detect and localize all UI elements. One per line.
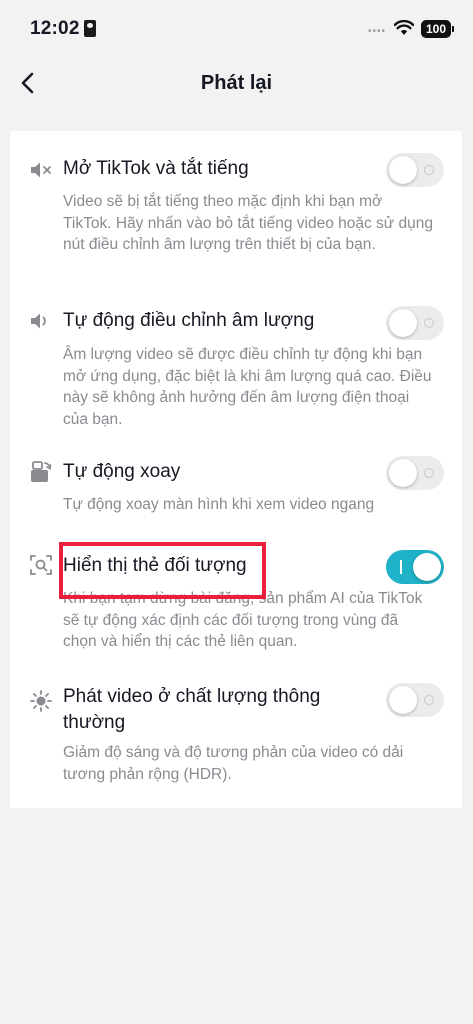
brightness-icon [30,690,52,712]
setting-title: Phát video ở chất lượng thông thường [63,686,321,733]
setting-description: Giảm độ sáng và độ tương phản của video … [63,744,404,783]
object-tags-toggle[interactable] [386,550,444,584]
setting-title: Mở TikTok và tắt tiếng [63,158,249,179]
setting-description: Tự động xoay màn hình khi xem video ngan… [63,496,375,513]
signal-dots: •••• [368,26,387,37]
toggle-knob [389,686,417,714]
toggle-knob [389,459,417,487]
toggle-knob [389,309,417,337]
setting-title: Hiển thị thẻ đối tượng [63,555,247,576]
mute-on-open-toggle[interactable] [386,153,444,187]
setting-mute-on-open: Mở TikTok và tắt tiếng Video sẽ bị tắt t… [10,153,462,278]
wifi-icon [394,20,414,35]
nav-bar: Phát lại [0,58,473,110]
toggle-knob [389,156,417,184]
rotate-screen-icon [31,461,52,482]
status-time: 12:02 [30,18,80,39]
contact-card-icon [84,20,96,37]
speaker-volume-icon [31,313,46,329]
battery-indicator: 100 [421,20,454,38]
setting-auto-rotate: Tự động xoay Tự động xoay màn hình khi x… [10,456,462,521]
setting-description: Âm lượng video sẽ được điều chỉnh tự độn… [63,346,432,428]
setting-object-tags: Hiển thị thẻ đối tượng Khi bạn tạm dừng … [10,550,462,655]
standard-quality-toggle[interactable] [386,683,444,717]
object-scan-icon [30,555,52,575]
speaker-muted-icon [31,162,51,178]
playback-settings-list: Mở TikTok và tắt tiếng Video sẽ bị tắt t… [10,131,462,808]
setting-auto-volume: Tự động điều chỉnh âm lượng Âm lượng vid… [10,306,462,431]
setting-title: Tự động điều chỉnh âm lượng [63,310,315,331]
setting-title: Tự động xoay [63,461,181,482]
auto-volume-toggle[interactable] [386,306,444,340]
setting-description: Khi bạn tạm dừng bài đăng, sản phẩm AI c… [63,590,423,650]
toggle-knob [413,553,441,581]
setting-standard-quality: Phát video ở chất lượng thông thường Giả… [10,683,462,793]
setting-description: Video sẽ bị tắt tiếng theo mặc định khi … [63,193,433,253]
status-bar: 12:02 •••• 100 [0,0,473,58]
auto-rotate-toggle[interactable] [386,456,444,490]
page-title: Phát lại [200,72,273,94]
